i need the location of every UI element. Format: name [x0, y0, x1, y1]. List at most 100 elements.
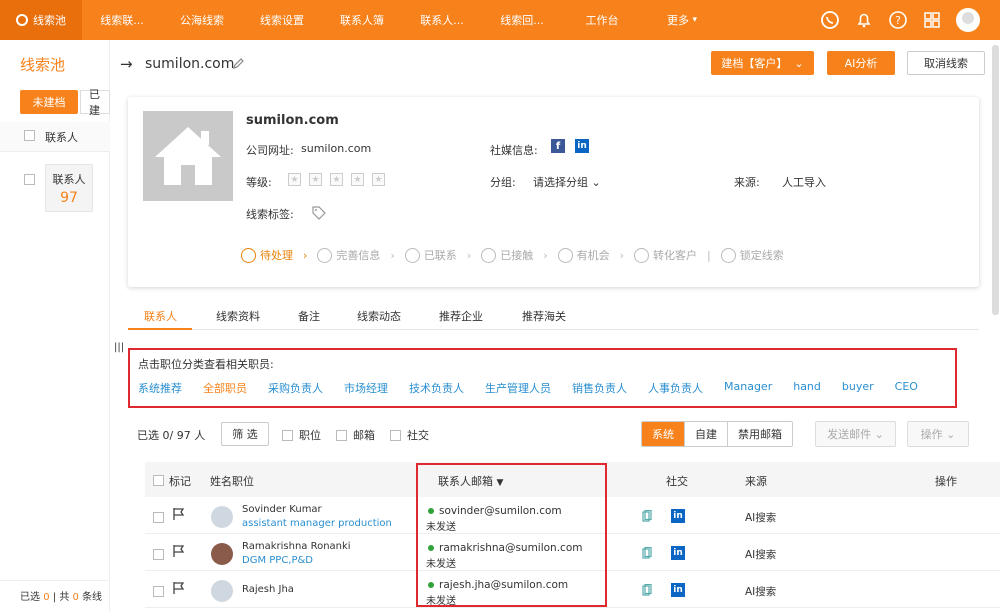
- lead-info-card: sumilon.com 公司网址: sumilon.com 社媒信息: f in…: [128, 97, 979, 287]
- cancel-lead-button[interactable]: 取消线索: [907, 51, 985, 75]
- tab-recommended-companies[interactable]: 推荐企业: [439, 308, 483, 324]
- tab-unarchived[interactable]: 未建档: [20, 90, 78, 114]
- row-checkbox[interactable]: [153, 549, 164, 560]
- chevron-right-icon: ›: [543, 248, 548, 262]
- company-name: sumilon.com: [246, 113, 339, 128]
- select-all-checkbox[interactable]: [24, 130, 35, 141]
- stage-lock[interactable]: 锁定线索: [720, 247, 784, 263]
- back-arrow-icon[interactable]: →: [120, 55, 133, 73]
- tab-lead-info[interactable]: 线索资料: [216, 308, 260, 324]
- star-icon[interactable]: ★: [330, 173, 343, 186]
- nav-tab-workbench[interactable]: 工作台: [562, 0, 642, 40]
- checkbox-box[interactable]: [390, 429, 401, 441]
- group-select[interactable]: 请选择分组 ⌄: [533, 174, 601, 190]
- nav-tab-lead-pool[interactable]: 线索池: [0, 0, 82, 40]
- chevron-right-icon: ›: [619, 248, 625, 262]
- segment-disabled-email[interactable]: 禁用邮箱: [728, 422, 792, 446]
- stage-contacted[interactable]: 已联系: [404, 247, 457, 263]
- copy-icon[interactable]: [642, 547, 652, 559]
- row-checkbox[interactable]: [153, 586, 164, 597]
- row-checkbox[interactable]: [24, 174, 35, 185]
- category-hr[interactable]: 人事负责人: [648, 380, 703, 396]
- category-production[interactable]: 生产管理人员: [485, 380, 551, 396]
- category-marketing[interactable]: 市场经理: [344, 380, 388, 396]
- select-all-checkbox[interactable]: [153, 475, 164, 486]
- stage-opportunity[interactable]: 有机会: [557, 247, 610, 263]
- star-icon[interactable]: ★: [309, 173, 322, 186]
- ai-analysis-button[interactable]: AI分析: [827, 51, 895, 75]
- stage-pending[interactable]: 待处理: [241, 247, 293, 263]
- send-email-button[interactable]: 发送邮件 ⌄: [815, 421, 896, 447]
- contact-name[interactable]: Ramakrishna Ronanki: [242, 541, 351, 552]
- tab-recommended-customs[interactable]: 推荐海关: [522, 308, 566, 324]
- contact-name[interactable]: Sovinder Kumar: [242, 504, 322, 515]
- detail-tabs: 联系人 线索资料 备注 线索动态 推荐企业 推荐海关: [128, 300, 979, 330]
- tab-contacts[interactable]: 联系人: [144, 308, 177, 324]
- category-system-recommend[interactable]: 系统推荐: [138, 380, 182, 396]
- checkbox-box[interactable]: [336, 429, 347, 441]
- linkedin-icon[interactable]: in: [575, 139, 589, 153]
- nav-tab-contact-more[interactable]: 联系人...: [402, 0, 482, 40]
- linkedin-icon[interactable]: in: [671, 583, 685, 597]
- nav-tab-public-leads[interactable]: 公海线索: [162, 0, 242, 40]
- category-all-staff[interactable]: 全部职员: [203, 380, 247, 396]
- flag-icon[interactable]: [172, 507, 186, 521]
- copy-icon[interactable]: [642, 584, 652, 596]
- tab-archived[interactable]: 已建: [80, 88, 110, 117]
- star-icon[interactable]: ★: [288, 173, 301, 186]
- archive-customer-button[interactable]: 建档【客户】 ⌄: [711, 51, 814, 75]
- help-icon[interactable]: ?: [888, 10, 908, 30]
- linkedin-icon[interactable]: in: [671, 509, 685, 523]
- nav-tab-lead-contact[interactable]: 线索联...: [82, 0, 162, 40]
- flag-icon[interactable]: [172, 581, 186, 595]
- category-buyer[interactable]: buyer: [842, 380, 874, 396]
- tag-icon[interactable]: [312, 206, 326, 220]
- clock-icon: [241, 247, 256, 263]
- stage-complete-info[interactable]: 完善信息: [317, 247, 380, 263]
- copy-icon[interactable]: [642, 510, 652, 522]
- collapse-handle[interactable]: |||: [114, 342, 124, 353]
- nav-tab-lead-settings[interactable]: 线索设置: [242, 0, 322, 40]
- filter-button[interactable]: 筛 选: [221, 422, 269, 446]
- flag-icon[interactable]: [172, 544, 186, 558]
- scrollbar[interactable]: [992, 45, 999, 315]
- edit-icon[interactable]: [232, 57, 245, 70]
- star-icon[interactable]: ★: [351, 173, 364, 186]
- nav-tab-more[interactable]: 更多 ▾: [642, 0, 722, 40]
- checkbox-email[interactable]: 邮箱: [336, 427, 375, 443]
- row-checkbox[interactable]: [153, 512, 164, 523]
- whatsapp-icon[interactable]: [820, 10, 840, 30]
- star-icon[interactable]: ★: [372, 173, 385, 186]
- nav-tab-lead-recycle[interactable]: 线索回...: [482, 0, 562, 40]
- contact-position: DGM PPC,P&D: [242, 555, 314, 566]
- grid-icon[interactable]: [922, 10, 942, 30]
- website-link[interactable]: sumilon.com: [301, 142, 371, 155]
- category-manager[interactable]: Manager: [724, 380, 772, 396]
- category-sales[interactable]: 销售负责人: [572, 380, 627, 396]
- linkedin-icon[interactable]: in: [671, 546, 685, 560]
- segment-system[interactable]: 系统: [642, 422, 685, 446]
- facebook-icon[interactable]: f: [551, 139, 565, 153]
- category-hand[interactable]: hand: [793, 380, 821, 396]
- stage-convert[interactable]: 转化客户: [634, 247, 697, 263]
- lead-stage-steps: 待处理 › 完善信息 › 已联系 › 已接触 › 有机会 › 转化客户 | 锁定…: [241, 247, 784, 263]
- tab-lead-activity[interactable]: 线索动态: [357, 308, 401, 324]
- category-ceo[interactable]: CEO: [895, 380, 918, 396]
- contact-count-badge[interactable]: 联系人 97: [45, 164, 93, 212]
- segment-self-built[interactable]: 自建: [685, 422, 728, 446]
- checkbox-box[interactable]: [282, 429, 293, 441]
- avatar: [211, 543, 233, 565]
- stage-engaged[interactable]: 已接触: [481, 247, 533, 263]
- category-technical[interactable]: 技术负责人: [409, 380, 464, 396]
- tab-notes[interactable]: 备注: [298, 308, 320, 324]
- rating-stars[interactable]: ★ ★ ★ ★ ★: [288, 173, 385, 186]
- user-avatar[interactable]: [956, 8, 980, 32]
- category-purchasing[interactable]: 采购负责人: [268, 380, 323, 396]
- checkbox-position[interactable]: 职位: [282, 427, 321, 443]
- nav-tab-contact-book[interactable]: 联系人簿: [322, 0, 402, 40]
- bell-icon[interactable]: [854, 10, 874, 30]
- action-dropdown-button[interactable]: 操作 ⌄: [907, 421, 969, 447]
- checkbox-social[interactable]: 社交: [390, 427, 429, 443]
- svg-text:?: ?: [895, 14, 901, 27]
- contact-name[interactable]: Rajesh Jha: [242, 584, 294, 595]
